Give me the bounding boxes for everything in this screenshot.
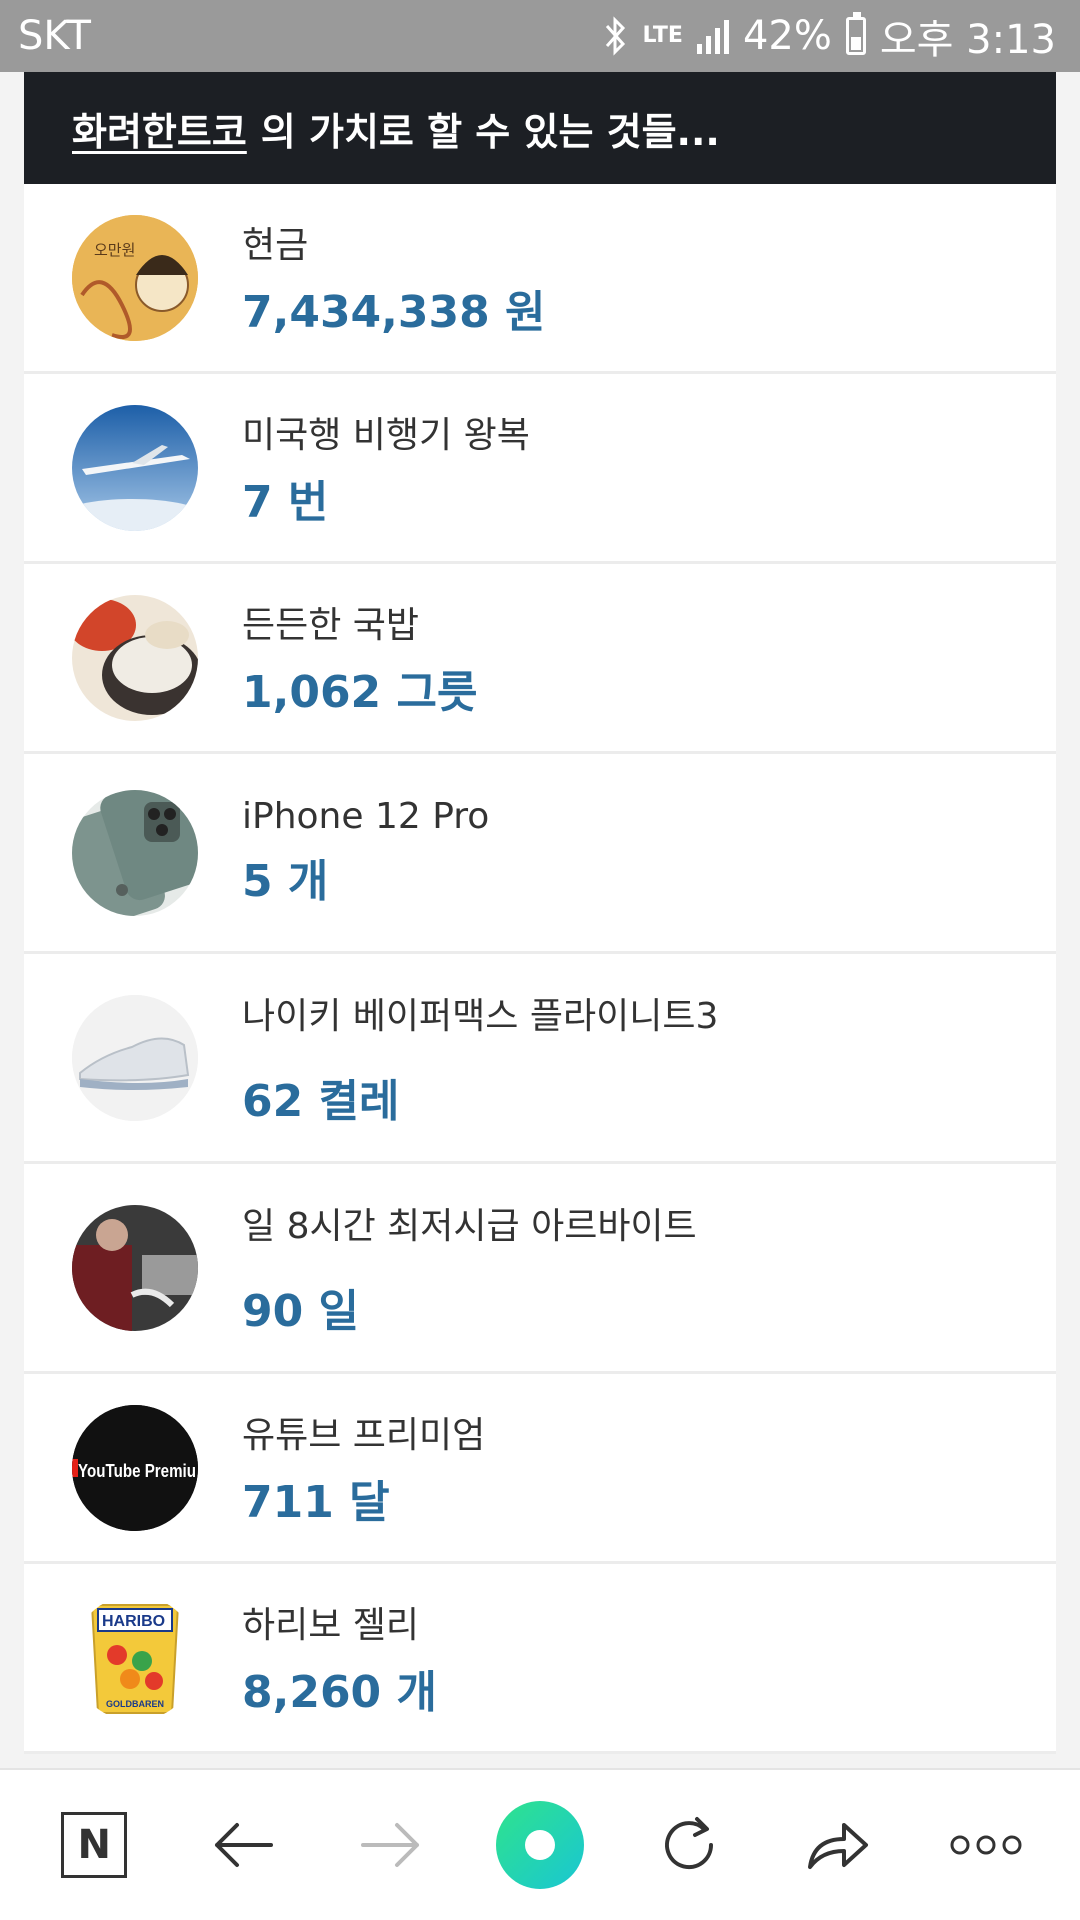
- list-item-flight: 미국행 비행기 왕복 7 번: [24, 374, 1056, 564]
- browser-toolbar: N: [0, 1768, 1080, 1920]
- item-value: 90 일: [242, 1285, 360, 1337]
- item-label: 일 8시간 최저시급 아르바이트: [242, 1205, 697, 1247]
- item-label: 하리보 젤리: [242, 1604, 420, 1646]
- status-bar: SKT LTE 42% 오후 3:13: [0, 0, 1080, 72]
- bluetooth-icon: [603, 16, 629, 56]
- forward-button[interactable]: [341, 1795, 441, 1895]
- youtube-logo-text: YouTube Premiu: [78, 1461, 196, 1481]
- value-list: 오만원 현금 7,434,338 원 미국행 비행기 왕복 7 번 든든한 국밥…: [24, 184, 1056, 1754]
- battery-icon: [845, 12, 866, 55]
- more-button[interactable]: [936, 1795, 1036, 1895]
- item-value: 8,260 개: [242, 1666, 437, 1718]
- list-item-cash: 오만원 현금 7,434,338 원: [24, 184, 1056, 374]
- brand-link[interactable]: 화려한트코: [72, 101, 247, 156]
- refresh-icon: [664, 1817, 713, 1870]
- signal-icon: [696, 18, 729, 54]
- value-header: 화려한트코 의 가치로 할 수 있는 것들...: [24, 72, 1056, 184]
- status-icons: LTE 42% 오후 3:13: [603, 7, 1056, 65]
- item-label: 미국행 비행기 왕복: [242, 414, 530, 456]
- item-value: 7 번: [242, 476, 329, 528]
- refresh-button[interactable]: [639, 1795, 739, 1895]
- haribo-logo-text: HARIBO: [102, 1613, 165, 1630]
- bill-text: 오만원: [94, 241, 135, 259]
- item-label: 현금: [242, 224, 309, 266]
- clock: 오후 3:13: [879, 17, 1056, 63]
- list-item-parttime: 일 8시간 최저시급 아르바이트 90 일: [24, 1164, 1056, 1374]
- share-arrow-icon: [808, 1823, 869, 1869]
- share-button[interactable]: [787, 1795, 887, 1895]
- more-dots-icon: [950, 1835, 1022, 1855]
- back-button[interactable]: [193, 1795, 293, 1895]
- arrow-left-icon: [214, 1823, 273, 1867]
- item-label: iPhone 12 Pro: [242, 796, 490, 837]
- gukbap-thumbnail: [72, 594, 198, 721]
- arrow-right-icon: [361, 1823, 420, 1867]
- list-item-haribo: HARIBO GOLDBAREN 하리보 젤리 8,260 개: [24, 1564, 1056, 1754]
- green-dot-icon: [495, 1801, 584, 1889]
- item-value: 1,062 그릇: [242, 666, 478, 718]
- list-item-gukbap: 든든한 국밥 1,062 그릇: [24, 564, 1056, 754]
- carrier-label: SKT: [18, 13, 91, 59]
- item-value: 5 개: [242, 856, 329, 907]
- cash-bill-thumbnail: 오만원: [72, 214, 198, 341]
- home-button[interactable]: N: [44, 1795, 144, 1895]
- list-item-sneaker: 나이키 베이퍼맥스 플라이니트3 62 켤레: [24, 954, 1056, 1164]
- naver-n-icon: N: [61, 1812, 128, 1878]
- iphone-thumbnail: [72, 789, 198, 916]
- item-label: 든든한 국밥: [242, 604, 420, 646]
- item-value: 7,434,338 원: [242, 286, 546, 338]
- lte-icon: LTE: [642, 23, 683, 48]
- haribo-thumbnail: HARIBO GOLDBAREN: [72, 1594, 198, 1721]
- battery-percent: 42%: [742, 13, 832, 59]
- haribo-sub-text: GOLDBAREN: [106, 1699, 164, 1709]
- part-time-job-thumbnail: [72, 1204, 198, 1331]
- item-value: 711 달: [242, 1476, 390, 1528]
- airplane-thumbnail: [72, 404, 198, 531]
- youtube-premium-thumbnail: YouTube Premiu: [72, 1404, 198, 1531]
- list-item-iphone: iPhone 12 Pro 5 개: [24, 754, 1056, 954]
- header-suffix: 의 가치로 할 수 있는 것들...: [260, 109, 720, 154]
- list-item-youtube: YouTube Premiu 유튜브 프리미엄 711 달: [24, 1374, 1056, 1564]
- sneaker-thumbnail: [72, 994, 198, 1121]
- item-label: 나이키 베이퍼맥스 플라이니트3: [242, 995, 719, 1037]
- item-value: 62 켤레: [242, 1075, 400, 1127]
- item-label: 유튜브 프리미엄: [242, 1414, 486, 1456]
- green-dot-button[interactable]: [490, 1795, 590, 1895]
